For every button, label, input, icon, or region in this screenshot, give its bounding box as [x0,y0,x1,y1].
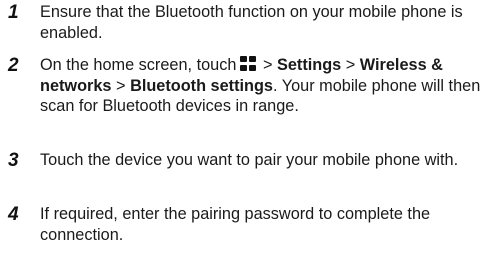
step-number: 2 [8,55,19,76]
settings-label: Settings [276,56,342,74]
step-text: On the home screen, touch > Settings > W… [40,55,490,117]
app-grid-icon [240,56,257,71]
step-text-part: On the home screen, touch [40,56,237,74]
step-text: If required, enter the pairing password … [40,205,431,244]
bluetooth-settings-label: Bluetooth settings [130,76,273,95]
step-text: Touch the device you want to pair your m… [40,151,459,169]
step-number: 3 [8,150,19,171]
step-number: 1 [8,2,19,23]
path-separator: > [116,76,126,95]
instruction-steps: 1 Ensure that the Bluetooth function on … [0,0,493,267]
step-text: Ensure that the Bluetooth function on yo… [40,3,463,42]
step-number: 4 [8,204,19,225]
path-separator: > [262,56,273,74]
path-separator: > [345,56,356,74]
